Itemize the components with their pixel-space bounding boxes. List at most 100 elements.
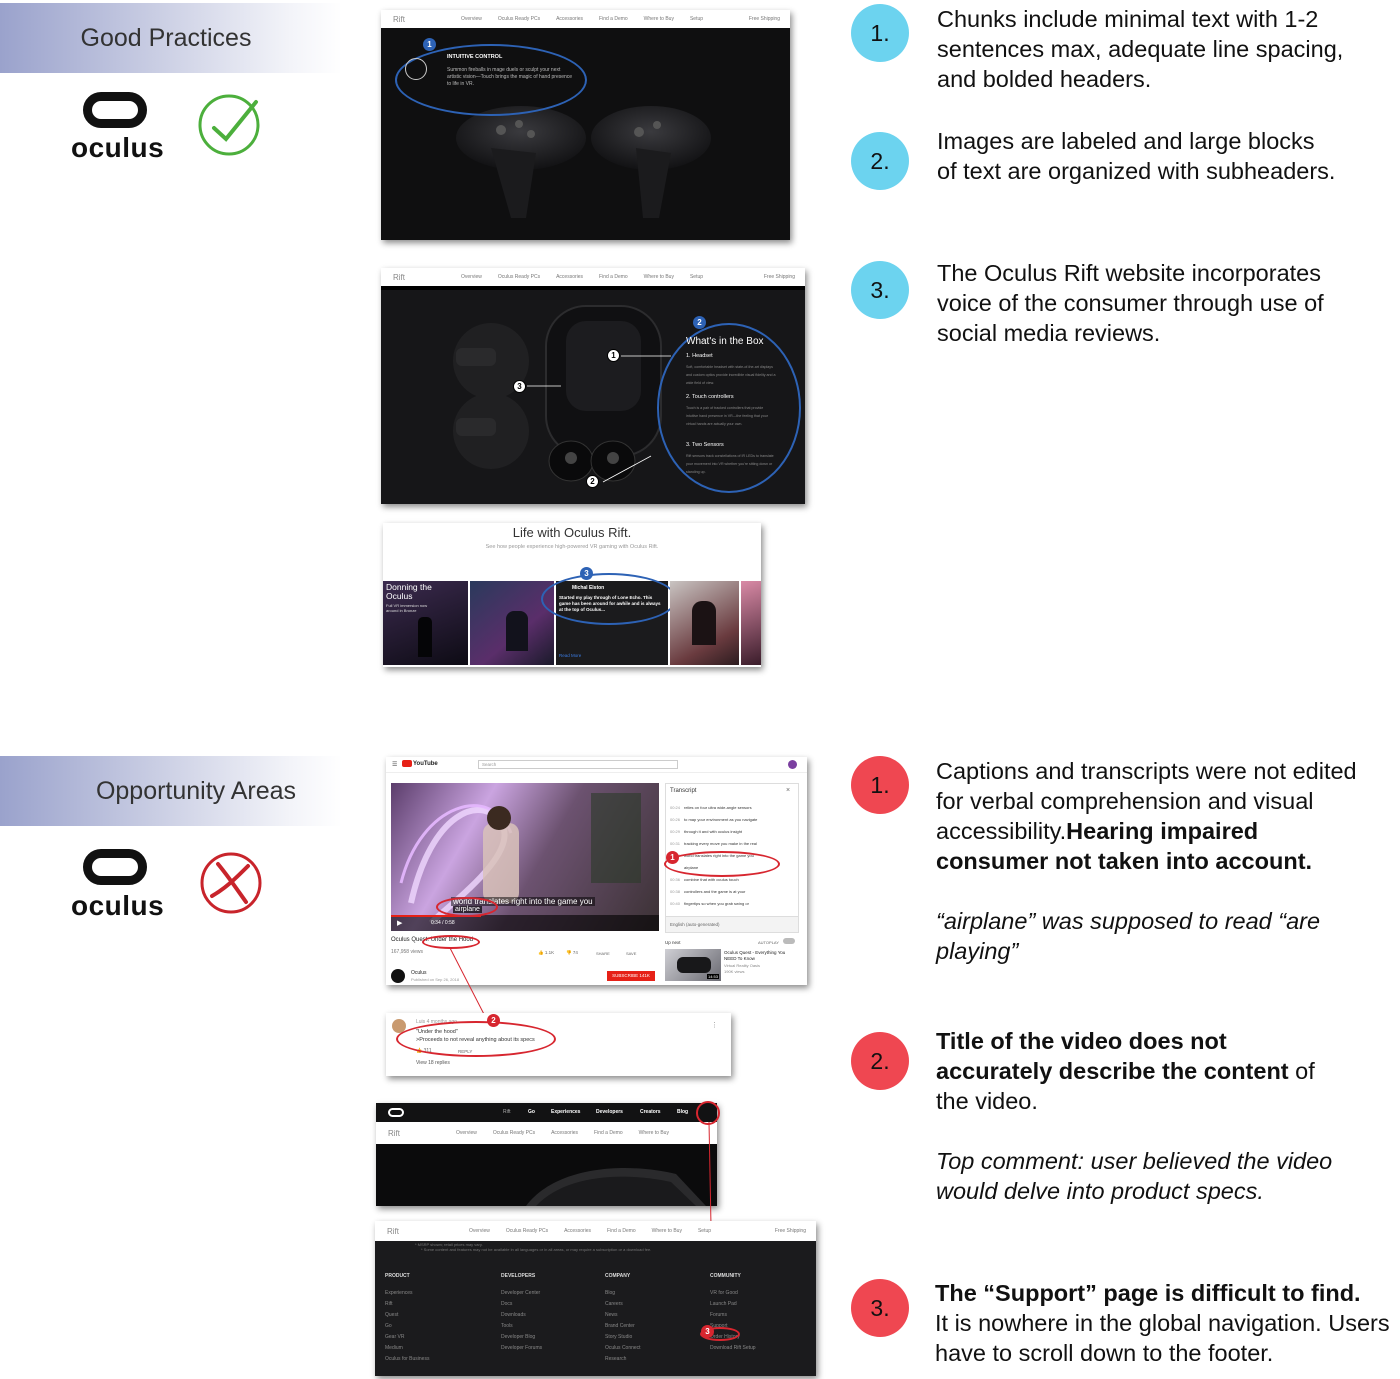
oculus-logo-icon[interactable] bbox=[388, 1108, 404, 1117]
next-video-channel: Virtual Reality Oasis bbox=[724, 963, 760, 968]
annotation-badge: 1 bbox=[666, 851, 679, 864]
annotation-badge: 2 bbox=[693, 316, 706, 329]
channel-avatar[interactable] bbox=[391, 969, 405, 983]
transcript-language[interactable]: English (auto-generated) bbox=[666, 916, 798, 932]
site-nav-item: Where to Buy bbox=[643, 274, 674, 280]
screenshot-social-reviews: Life with Oculus Rift. See how people ex… bbox=[383, 523, 761, 667]
footer-link[interactable]: Forums bbox=[710, 1310, 756, 1321]
opportunity-note-1: Captions and transcripts were not edited… bbox=[936, 756, 1376, 966]
play-icon[interactable]: ▶ bbox=[397, 919, 402, 927]
more-options-icon[interactable]: ⋮ bbox=[711, 1021, 718, 1029]
footer-link[interactable]: Developer Forums bbox=[501, 1343, 542, 1354]
global-nav-item[interactable]: Go bbox=[528, 1109, 535, 1115]
box-item-heading: 3. Two Sensors bbox=[686, 442, 724, 448]
site-nav-brand: Rift bbox=[393, 14, 405, 24]
footer-link[interactable]: Brand Center bbox=[605, 1321, 641, 1332]
share-button[interactable]: SHARE bbox=[596, 951, 610, 956]
note-number-badge: 3. bbox=[851, 261, 909, 319]
footer-link[interactable]: Medium bbox=[385, 1343, 429, 1354]
oculus-logo-text: oculus bbox=[71, 890, 165, 921]
footer-link[interactable]: Downloads bbox=[501, 1310, 542, 1321]
footer-link[interactable]: Careers bbox=[605, 1299, 641, 1310]
view-replies-link[interactable]: View 18 replies bbox=[416, 1060, 450, 1066]
footer-link[interactable]: Oculus for Business bbox=[385, 1354, 429, 1365]
box-item-heading: 1. Headset bbox=[686, 353, 713, 359]
site-nav-item: Overview bbox=[461, 16, 482, 22]
note-text: It is nowhere in the global navigation. … bbox=[935, 1310, 1390, 1366]
site-nav: Rift Overview Oculus Ready PCs Accessori… bbox=[381, 268, 805, 286]
transcript-line[interactable]: 00:31 tracking every move you make in the… bbox=[670, 841, 794, 846]
global-nav-item[interactable]: Blog bbox=[677, 1109, 688, 1115]
note-number-badge: 1. bbox=[851, 4, 909, 62]
video-player[interactable]: world translates right into the game you… bbox=[391, 783, 659, 931]
touch-icon bbox=[405, 58, 427, 80]
good-practices-banner: Good Practices bbox=[0, 3, 342, 73]
close-icon[interactable]: × bbox=[786, 787, 790, 794]
footer-link[interactable]: News bbox=[605, 1310, 641, 1321]
social-tile[interactable] bbox=[741, 581, 761, 665]
footer-link[interactable]: Experiences bbox=[385, 1288, 429, 1299]
opportunity-note-3: The “Support” page is difficult to find.… bbox=[935, 1278, 1395, 1368]
site-nav-shipping: Free Shipping bbox=[763, 274, 795, 280]
transcript-line[interactable]: 00:36 combine that with oculus touch bbox=[670, 877, 794, 882]
channel-name[interactable]: Oculus bbox=[411, 970, 427, 976]
social-tile[interactable] bbox=[670, 581, 739, 665]
good-note-3: The Oculus Rift website incorporates voi… bbox=[937, 260, 1324, 346]
footer-link[interactable]: Developer Center bbox=[501, 1288, 542, 1299]
site-nav-item: Accessories bbox=[556, 274, 584, 280]
site-nav-item: Oculus Ready PCs bbox=[497, 16, 541, 22]
youtube-logo[interactable]: YouTube bbox=[413, 761, 438, 767]
global-nav-item[interactable]: Experiences bbox=[551, 1109, 580, 1115]
autoplay-toggle[interactable] bbox=[783, 938, 795, 944]
footer-link[interactable]: Story Studio bbox=[605, 1332, 641, 1343]
annotation-badge: 1 bbox=[423, 38, 436, 51]
youtube-header: ☰ YouTube Search bbox=[386, 757, 807, 773]
person-silhouette bbox=[692, 601, 716, 645]
avatar[interactable] bbox=[788, 760, 797, 769]
footer-link[interactable]: Launch Pad bbox=[710, 1299, 756, 1310]
read-more-link[interactable]: Read More bbox=[559, 653, 581, 658]
transcript-text: to map your environment as you navigate bbox=[684, 817, 758, 822]
social-tile[interactable]: Donning the Oculus Full VR immersion now… bbox=[383, 581, 468, 665]
like-button[interactable]: 👍 1.1K bbox=[538, 950, 554, 956]
global-nav-item[interactable]: Creators bbox=[640, 1109, 661, 1115]
footer-link[interactable]: Developer Blog bbox=[501, 1332, 542, 1343]
transcript-line[interactable]: 00:38 controllers and the game is at your bbox=[670, 889, 794, 894]
oculus-logo-icon bbox=[83, 92, 147, 128]
box-item-body: Touch is a pair of tracked controllers t… bbox=[686, 406, 768, 426]
footer-link[interactable]: Oculus Connect bbox=[605, 1343, 641, 1354]
footer-link[interactable]: Rift bbox=[385, 1299, 429, 1310]
footer-column-heading: PRODUCT bbox=[385, 1273, 410, 1279]
footer-link[interactable]: Docs bbox=[501, 1299, 542, 1310]
footer-link[interactable]: Quest bbox=[385, 1310, 429, 1321]
footer-link[interactable]: Research bbox=[605, 1354, 641, 1365]
site-nav-shipping: Free Shipping bbox=[748, 16, 780, 22]
transcript-text: combine that with oculus touch bbox=[684, 877, 739, 882]
footer-link[interactable]: Blog bbox=[605, 1288, 641, 1299]
footer-link[interactable]: Download Rift Setup bbox=[710, 1343, 756, 1354]
screenshot-global-nav: Rift Go Experiences Developers Creators … bbox=[376, 1103, 717, 1206]
comment-user[interactable]: Luis bbox=[416, 1019, 425, 1025]
menu-icon[interactable]: ☰ bbox=[392, 761, 397, 768]
global-nav-item[interactable]: Developers bbox=[596, 1109, 623, 1115]
footer-link[interactable]: Go bbox=[385, 1321, 429, 1332]
note-italic-text: “airplane” was supposed to read “are pla… bbox=[936, 908, 1321, 964]
global-nav-item[interactable]: Rift bbox=[503, 1109, 511, 1115]
view-count: 167,958 views bbox=[391, 949, 423, 955]
transcript-line[interactable]: 00:24 relies on four ultra wide-angle sen… bbox=[670, 805, 794, 810]
save-button[interactable]: SAVE bbox=[626, 951, 636, 956]
footer-link[interactable]: VR for Good bbox=[710, 1288, 756, 1299]
footer-link[interactable]: Gear VR bbox=[385, 1332, 429, 1343]
subscribe-button[interactable]: SUBSCRIBE 141K bbox=[607, 971, 655, 981]
next-video-thumbnail[interactable]: 14:53 bbox=[665, 949, 721, 981]
transcript-line[interactable]: 00:29 through it and with oculus insight bbox=[670, 829, 794, 834]
player-controls[interactable]: ▶ 0:34 / 0:58 bbox=[391, 915, 659, 931]
transcript-line[interactable]: 00:26 to map your environment as you navi… bbox=[670, 817, 794, 822]
next-video-title[interactable]: Oculus Quest - Everything You NEED To Kn… bbox=[724, 950, 794, 961]
search-input[interactable]: Search bbox=[478, 760, 678, 769]
dislike-button[interactable]: 👎 74 bbox=[566, 950, 578, 956]
transcript-line[interactable]: 00:40 fingertips so when you grab swing o… bbox=[670, 901, 794, 906]
transcript-timestamp: 00:24 bbox=[670, 805, 681, 810]
site-nav-shipping: Free Shipping bbox=[774, 1228, 806, 1234]
footer-link[interactable]: Tools bbox=[501, 1321, 542, 1332]
